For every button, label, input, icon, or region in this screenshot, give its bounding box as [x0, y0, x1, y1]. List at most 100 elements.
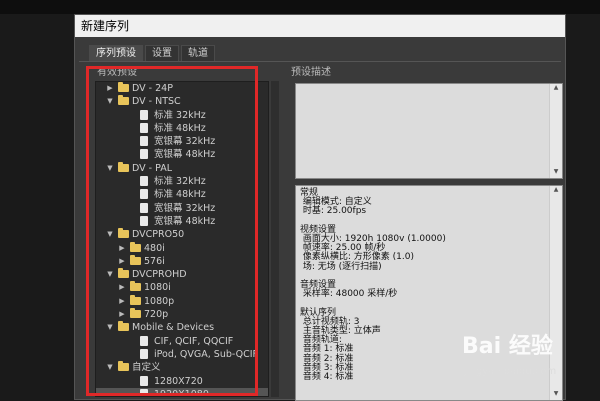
chevron-right-icon[interactable]: ▶: [118, 242, 126, 255]
folder-icon: [118, 161, 129, 172]
preset-label: 宽银幕 48kHz: [154, 149, 216, 161]
preset-label: DVCPROHD: [132, 269, 187, 281]
baidu-jingyan-watermark: Bai 经验 jingyan.baidu.com: [462, 328, 600, 398]
available-presets-panel: 有效预设 ▶ DV - 24P ▼ DV - NTSC 标准 32kHz 标准 48kHz…: [85, 67, 279, 401]
dialog-title: 新建序列: [75, 15, 565, 37]
preset-label: DV - NTSC: [132, 96, 181, 108]
preset-file-item[interactable]: CIF, QCIF, QQCIF: [96, 335, 268, 348]
chevron-down-icon[interactable]: ▼: [106, 268, 114, 281]
file-icon: [140, 202, 148, 213]
preset-label: 标准 32kHz: [154, 176, 206, 188]
preset-tree: ▶ DV - 24P ▼ DV - NTSC 标准 32kHz 标准 48kHz 宽银幕 3…: [95, 81, 269, 397]
scroll-up-icon[interactable]: ▲: [550, 84, 562, 94]
preset-file-item[interactable]: 宽银幕 48kHz: [96, 148, 268, 161]
folder-icon: [130, 254, 141, 265]
file-icon: [140, 176, 148, 187]
preset-tree-scrollbar[interactable]: [271, 81, 279, 397]
preset-file-item[interactable]: 标准 32kHz: [96, 109, 268, 122]
description-scrollbar[interactable]: ▲ ▼: [549, 84, 562, 178]
preset-folder-item[interactable]: ▼ 自定义: [96, 361, 268, 374]
preset-folder-item[interactable]: ▶ 720p: [96, 308, 268, 321]
scroll-up-icon[interactable]: ▲: [550, 186, 562, 196]
preset-description-title: 预设描述: [291, 67, 331, 78]
chevron-right-icon[interactable]: ▶: [118, 255, 126, 268]
folder-icon: [118, 82, 129, 92]
preset-file-item[interactable]: 1920X1080: [96, 387, 268, 397]
preset-folder-item[interactable]: ▶ 1080i: [96, 281, 268, 294]
preset-folder-item[interactable]: ▼ DVCPROHD: [96, 268, 268, 281]
file-icon: [140, 348, 148, 359]
info-line: 时基: 25.00fps: [300, 206, 367, 217]
preset-file-item[interactable]: iPod, QVGA, Sub-QCIF: [96, 348, 268, 361]
preset-label: DVCPRO50: [132, 229, 185, 241]
chevron-down-icon[interactable]: ▼: [106, 361, 114, 374]
preset-label: 1080p: [144, 295, 175, 307]
chevron-right-icon[interactable]: ▶: [106, 82, 114, 95]
preset-folder-item[interactable]: ▶ 1080p: [96, 294, 268, 308]
preset-label: Mobile & Devices: [132, 322, 215, 334]
preset-folder-item[interactable]: ▼ DV - PAL: [96, 161, 268, 175]
preset-label: 720p: [144, 309, 169, 321]
tab-sequence-presets[interactable]: 序列预设: [89, 45, 143, 61]
tab-settings[interactable]: 设置: [145, 45, 179, 61]
chevron-right-icon[interactable]: ▶: [118, 308, 126, 321]
folder-icon: [118, 361, 129, 372]
file-icon: [140, 375, 148, 386]
scroll-down-icon[interactable]: ▼: [550, 168, 562, 178]
tab-bar: 序列预设 设置 轨道: [89, 45, 217, 61]
file-icon: [140, 215, 148, 226]
folder-icon: [130, 294, 141, 305]
file-icon: [140, 388, 148, 396]
preset-label: 自定义: [132, 362, 161, 374]
preset-folder-item[interactable]: ▶ 576i: [96, 254, 268, 268]
preset-file-item[interactable]: 标准 48kHz: [96, 188, 268, 201]
chevron-down-icon[interactable]: ▼: [106, 321, 114, 334]
chevron-down-icon[interactable]: ▼: [106, 228, 114, 241]
folder-icon: [130, 281, 141, 292]
preset-file-item[interactable]: 宽银幕 48kHz: [96, 215, 268, 228]
file-icon: [140, 136, 148, 147]
preset-description-box: ▲ ▼: [295, 83, 563, 179]
file-icon: [140, 335, 148, 346]
info-line: [300, 299, 558, 308]
preset-folder-item[interactable]: ▼ Mobile & Devices: [96, 321, 268, 334]
info-line: [300, 272, 558, 281]
preset-label: 宽银幕 48kHz: [154, 215, 216, 227]
watermark-logo: Bai 经验: [462, 334, 553, 359]
file-icon: [140, 109, 148, 120]
preset-folder-item[interactable]: ▶ DV - 24P: [96, 82, 268, 95]
preset-label: CIF, QCIF, QQCIF: [154, 335, 234, 347]
preset-label: 480i: [144, 242, 165, 254]
folder-icon: [130, 308, 141, 319]
preset-file-item[interactable]: 宽银幕 32kHz: [96, 135, 268, 148]
preset-folder-item[interactable]: ▶ 480i: [96, 241, 268, 255]
info-line: 场: 无场 (逐行扫描): [300, 261, 382, 272]
preset-label: 宽银幕 32kHz: [154, 136, 216, 148]
folder-icon: [130, 241, 141, 252]
tab-tracks[interactable]: 轨道: [181, 45, 215, 61]
available-presets-title: 有效预设: [97, 67, 137, 78]
preset-file-item[interactable]: 1280X720: [96, 375, 268, 388]
preset-folder-item[interactable]: ▼ DV - NTSC: [96, 95, 268, 108]
folder-icon: [118, 321, 129, 332]
file-icon: [140, 149, 148, 160]
chevron-right-icon[interactable]: ▶: [118, 295, 126, 308]
chevron-right-icon[interactable]: ▶: [118, 281, 126, 294]
preset-label: 1920X1080: [154, 388, 209, 397]
preset-folder-item[interactable]: ▼ DVCPRO50: [96, 228, 268, 241]
preset-label: DV - 24P: [132, 83, 173, 94]
preset-label: 标准 32kHz: [154, 109, 206, 121]
chevron-down-icon[interactable]: ▼: [106, 95, 114, 108]
preset-label: 标准 48kHz: [154, 122, 206, 134]
preset-label: DV - PAL: [132, 162, 173, 174]
chevron-down-icon[interactable]: ▼: [106, 162, 114, 175]
folder-icon: [118, 95, 129, 106]
preset-file-item[interactable]: 标准 32kHz: [96, 175, 268, 188]
preset-label: 1080i: [144, 282, 171, 294]
folder-icon: [118, 268, 129, 279]
preset-file-item[interactable]: 宽银幕 32kHz: [96, 202, 268, 215]
preset-file-item[interactable]: 标准 48kHz: [96, 122, 268, 135]
info-line: [300, 217, 558, 226]
info-line: 采样率: 48000 采样/秒: [300, 289, 398, 300]
preset-label: 1280X720: [154, 375, 203, 387]
